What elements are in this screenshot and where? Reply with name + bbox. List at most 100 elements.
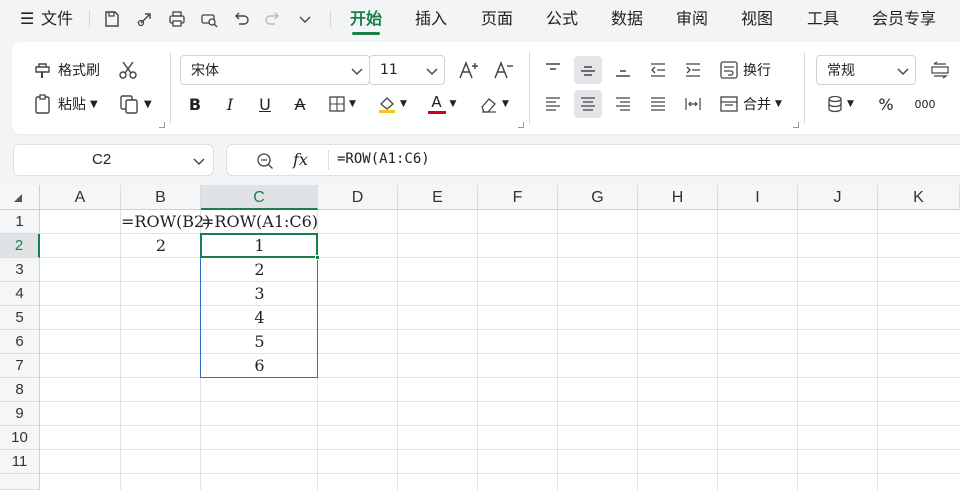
print-icon[interactable] xyxy=(166,8,188,30)
tab-tools[interactable]: 工具 xyxy=(807,0,839,38)
font-size-select[interactable]: 11 xyxy=(369,55,445,85)
wrap-text-icon xyxy=(720,61,738,79)
strikethrough-button[interactable]: A xyxy=(286,90,314,118)
underline-button[interactable]: U xyxy=(251,90,279,118)
row-header-4[interactable]: 4 xyxy=(0,282,40,306)
hamburger-icon[interactable]: ☰ xyxy=(20,0,34,38)
font-name-select[interactable]: 宋体 xyxy=(180,55,370,85)
column-header-e[interactable]: E xyxy=(398,185,478,210)
decrease-indent-icon[interactable] xyxy=(644,56,672,84)
row-header-3[interactable]: 3 xyxy=(0,258,40,282)
row-header-9[interactable]: 9 xyxy=(0,402,40,426)
row-header-1[interactable]: 1 xyxy=(0,210,40,234)
cell-c6[interactable]: 5 xyxy=(201,330,318,354)
tab-view[interactable]: 视图 xyxy=(741,0,773,38)
column-header-k[interactable]: K xyxy=(878,185,960,210)
font-color-button[interactable]: A ▼ xyxy=(422,90,462,118)
distributed-align-icon[interactable] xyxy=(679,90,707,118)
save-icon[interactable] xyxy=(101,8,123,30)
row-header-6[interactable]: 6 xyxy=(0,330,40,354)
name-box[interactable]: C2 xyxy=(13,144,214,176)
paste-button[interactable]: 粘贴 ▼ xyxy=(32,90,98,118)
align-right-icon[interactable] xyxy=(609,90,637,118)
share-icon[interactable] xyxy=(134,8,156,30)
tab-page[interactable]: 页面 xyxy=(481,0,513,38)
zoom-icon[interactable] xyxy=(255,151,275,171)
clear-format-button[interactable]: ▼ xyxy=(474,90,514,118)
formula-input[interactable]: fx =ROW(A1:C6) xyxy=(226,144,960,176)
bold-button[interactable]: B xyxy=(181,90,209,118)
select-all-corner[interactable] xyxy=(0,185,40,210)
row-header-5[interactable]: 5 xyxy=(0,306,40,330)
cell-c1[interactable]: =ROW(A1:C6) xyxy=(201,210,318,234)
chevron-down-icon xyxy=(897,68,909,75)
convert-icon[interactable] xyxy=(926,56,954,84)
row-header-7[interactable]: 7 xyxy=(0,354,40,378)
decrease-font-size-icon[interactable] xyxy=(490,56,518,84)
row-header-10[interactable]: 10 xyxy=(0,426,40,450)
align-left-icon[interactable] xyxy=(539,90,567,118)
row-header-8[interactable]: 8 xyxy=(0,378,40,402)
dialog-launcher-icon[interactable] xyxy=(159,122,165,128)
cell-c5[interactable]: 4 xyxy=(201,306,318,330)
justify-icon[interactable] xyxy=(644,90,672,118)
cut-icon[interactable] xyxy=(114,56,142,84)
coins-icon xyxy=(828,95,842,113)
column-header-a[interactable]: A xyxy=(40,185,121,210)
align-center-icon[interactable] xyxy=(574,90,602,118)
tab-review[interactable]: 审阅 xyxy=(676,0,708,38)
increase-font-size-icon[interactable] xyxy=(455,56,483,84)
tab-insert[interactable]: 插入 xyxy=(415,0,447,38)
dialog-launcher-icon[interactable] xyxy=(793,122,799,128)
column-header-h[interactable]: H xyxy=(638,185,718,210)
tab-data[interactable]: 数据 xyxy=(611,0,643,38)
tab-member[interactable]: 会员专享 xyxy=(872,0,936,38)
cell-c4[interactable]: 3 xyxy=(201,282,318,306)
cell-c3[interactable]: 2 xyxy=(201,258,318,282)
cell-c2[interactable]: 1 xyxy=(201,234,318,258)
column-header-j[interactable]: J xyxy=(798,185,878,210)
row-header-12[interactable] xyxy=(0,474,40,490)
column-header-g[interactable]: G xyxy=(558,185,638,210)
tab-home[interactable]: 开始 xyxy=(350,0,382,38)
dialog-launcher-icon[interactable] xyxy=(518,122,524,128)
cell-b2[interactable]: 2 xyxy=(121,234,201,258)
format-painter-button[interactable]: 格式刷 xyxy=(32,56,100,84)
cell-b1[interactable]: =ROW(B2) xyxy=(121,210,210,234)
copy-icon xyxy=(120,95,138,114)
cell-c7[interactable]: 6 xyxy=(201,354,318,378)
fx-icon[interactable]: fx xyxy=(293,150,308,169)
row-header-11[interactable]: 11 xyxy=(0,450,40,474)
increase-indent-icon[interactable] xyxy=(679,56,707,84)
gridline xyxy=(637,210,638,490)
chevron-down-icon: ▼ xyxy=(144,98,152,110)
column-header-i[interactable]: I xyxy=(718,185,798,210)
paste-icon xyxy=(35,94,50,114)
column-header-c[interactable]: C xyxy=(201,185,318,210)
spreadsheet-grid[interactable]: A B C D E F G H I J K 1 2 3 4 5 6 7 8 9 … xyxy=(0,185,960,490)
redo-icon[interactable] xyxy=(262,8,284,30)
gridline xyxy=(797,210,798,490)
chevron-down-icon[interactable] xyxy=(294,8,316,30)
undo-icon[interactable] xyxy=(230,8,252,30)
border-button[interactable]: ▼ xyxy=(322,90,362,118)
column-header-b[interactable]: B xyxy=(121,185,201,210)
fill-color-button[interactable]: ▼ xyxy=(372,90,412,118)
column-header-d[interactable]: D xyxy=(318,185,398,210)
column-header-f[interactable]: F xyxy=(478,185,558,210)
align-top-icon[interactable] xyxy=(539,56,567,84)
percent-button[interactable]: % xyxy=(872,90,900,118)
thousands-separator-button[interactable]: 000 xyxy=(907,90,943,118)
file-menu[interactable]: 文件 xyxy=(41,0,73,38)
currency-button[interactable]: ▼ xyxy=(820,90,860,118)
number-format-select[interactable]: 常规 xyxy=(816,55,916,85)
align-bottom-icon[interactable] xyxy=(609,56,637,84)
print-preview-icon[interactable] xyxy=(198,8,220,30)
row-header-2[interactable]: 2 xyxy=(0,234,40,258)
tab-formulas[interactable]: 公式 xyxy=(546,0,578,38)
align-middle-icon[interactable] xyxy=(574,56,602,84)
wrap-text-button[interactable]: 换行 xyxy=(719,56,771,84)
italic-button[interactable]: I xyxy=(216,90,244,118)
merge-button[interactable]: 合并 ▼ xyxy=(719,90,782,118)
copy-button[interactable]: ▼ xyxy=(118,90,152,118)
